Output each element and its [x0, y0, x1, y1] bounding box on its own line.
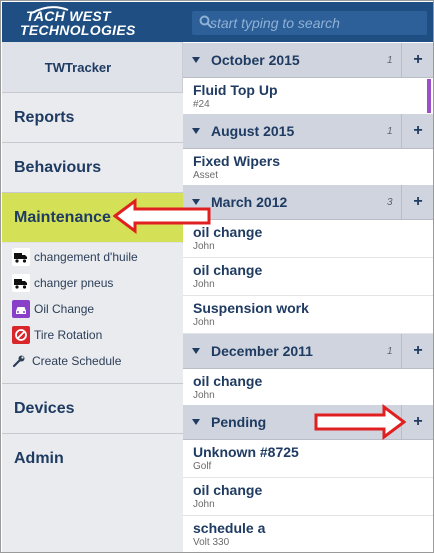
group-title: October 2015 — [211, 52, 300, 68]
app-title: TWTracker — [44, 60, 112, 75]
sidebar-item-admin[interactable]: Admin — [2, 433, 183, 483]
list-item[interactable]: Unknown #8725 Golf — [183, 440, 433, 478]
caret-down-icon — [192, 419, 200, 425]
item-subtitle: John — [193, 279, 215, 290]
logo-text-line1: TACH WEST — [26, 8, 111, 24]
truck-icon — [12, 273, 30, 292]
item-subtitle: Volt 330 — [193, 537, 230, 548]
group-count: 1 — [387, 126, 393, 137]
item-subtitle: John — [193, 317, 215, 328]
car-icon — [12, 299, 30, 318]
app-window: TACH WEST TECHNOLOGIES TWTracker Reports… — [0, 0, 434, 553]
search-box[interactable] — [192, 11, 427, 35]
group-count: 3 — [387, 197, 393, 208]
list-item[interactable]: schedule a Volt 330 — [183, 516, 433, 552]
submenu-item-changer-pneus[interactable]: changer pneus — [12, 273, 113, 295]
search-input[interactable] — [210, 13, 420, 33]
list-item[interactable]: oil change John — [183, 220, 433, 258]
submenu-item-label: changement d'huile — [34, 250, 138, 264]
no-entry-icon — [12, 325, 30, 344]
wrench-icon — [12, 352, 26, 370]
caret-down-icon — [192, 128, 200, 134]
item-subtitle: John — [193, 241, 215, 252]
item-title: Suspension work — [193, 300, 309, 316]
item-title: schedule a — [193, 520, 266, 536]
group-header-december-2011[interactable]: December 2011 1 + — [183, 334, 433, 369]
add-button[interactable]: + — [401, 334, 433, 369]
group-title: August 2015 — [211, 123, 295, 139]
group-count: 1 — [387, 55, 393, 66]
list-item[interactable]: Fluid Top Up #24 — [183, 78, 433, 116]
item-title: oil change — [193, 482, 263, 498]
annotation-arrow-right-icon — [314, 404, 406, 440]
group-title: Pending — [211, 414, 267, 430]
sidebar-item-devices[interactable]: Devices — [2, 383, 183, 433]
item-title: oil change — [193, 373, 263, 389]
truck-icon — [12, 247, 30, 266]
item-subtitle: #24 — [193, 99, 210, 110]
list-item[interactable]: oil change John — [183, 369, 433, 407]
item-title: oil change — [193, 262, 263, 278]
maintenance-list: October 2015 1 + Fluid Top Up #24 August… — [183, 42, 433, 552]
submenu-item-label: Oil Change — [34, 302, 95, 316]
add-button[interactable]: + — [401, 43, 433, 78]
logo-text-line2: TECHNOLOGIES — [20, 22, 136, 38]
status-color-bar — [427, 79, 431, 113]
submenu-item-tire-rotation[interactable]: Tire Rotation — [12, 325, 102, 347]
add-button[interactable]: + — [401, 185, 433, 220]
list-item[interactable]: oil change John — [183, 478, 433, 516]
list-item[interactable]: oil change John — [183, 258, 433, 296]
group-header-october-2015[interactable]: October 2015 1 + — [183, 43, 433, 78]
sidebar: TWTracker Reports Behaviours Maintenance… — [2, 42, 183, 552]
item-subtitle: John — [193, 499, 215, 510]
submenu-item-changement-dhuile[interactable]: changement d'huile — [12, 247, 138, 269]
sidebar-empty-area — [2, 480, 183, 552]
create-schedule-link[interactable]: Create Schedule — [12, 351, 121, 373]
item-subtitle: John — [193, 390, 215, 401]
group-header-march-2012[interactable]: March 2012 3 + — [183, 185, 433, 220]
annotation-arrow-left-icon — [113, 198, 211, 234]
list-item[interactable]: Fixed Wipers Asset — [183, 149, 433, 187]
caret-down-icon — [192, 348, 200, 354]
group-header-august-2015[interactable]: August 2015 1 + — [183, 114, 433, 149]
group-count: 1 — [387, 346, 393, 357]
item-subtitle: Golf — [193, 461, 212, 472]
group-title: December 2011 — [211, 343, 313, 359]
app-header: TACH WEST TECHNOLOGIES — [2, 2, 433, 42]
item-title: Fluid Top Up — [193, 82, 278, 98]
caret-down-icon — [192, 57, 200, 63]
company-logo[interactable]: TACH WEST TECHNOLOGIES — [20, 6, 160, 39]
item-subtitle: Asset — [193, 170, 219, 181]
sidebar-item-reports[interactable]: Reports — [2, 92, 183, 142]
submenu-item-label: Tire Rotation — [34, 328, 103, 342]
submenu-item-oil-change[interactable]: Oil Change — [12, 299, 94, 321]
add-button[interactable]: + — [401, 114, 433, 149]
list-item[interactable]: Suspension work John — [183, 296, 433, 334]
submenu-item-label: Create Schedule — [32, 354, 122, 368]
sidebar-item-behaviours[interactable]: Behaviours — [2, 142, 183, 192]
item-title: Unknown #8725 — [193, 444, 299, 460]
item-title: Fixed Wipers — [193, 153, 281, 169]
group-title: March 2012 — [211, 194, 288, 210]
submenu-item-label: changer pneus — [34, 276, 114, 290]
